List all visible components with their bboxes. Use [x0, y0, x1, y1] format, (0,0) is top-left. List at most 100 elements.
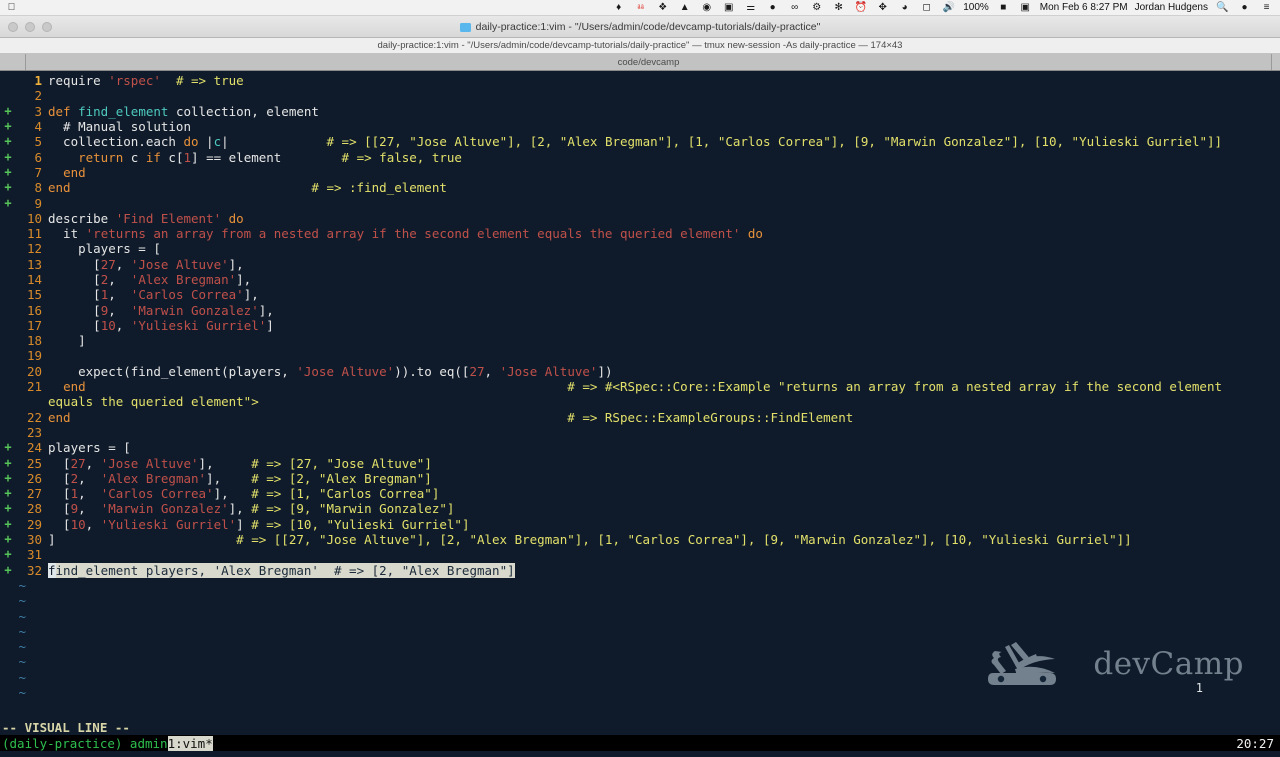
code-token: find_element	[78, 103, 169, 119]
code-token	[318, 562, 334, 578]
user-name-label[interactable]: Jordan Hudgens	[1135, 2, 1208, 13]
code-line[interactable]: 20 expect(find_element(players, 'Jose Al…	[0, 364, 1280, 379]
clock-icon[interactable]: ⏰	[853, 1, 868, 15]
bug-icon[interactable]: ✻	[831, 1, 846, 15]
code-line[interactable]: +9	[0, 195, 1280, 211]
code-token: 27	[70, 455, 86, 471]
code-token: 'Jose Altuve'	[296, 363, 395, 379]
code-line[interactable]: 13 [27, 'Jose Altuve'],	[0, 257, 1280, 272]
code-line[interactable]: 10 describe 'Find Element' do	[0, 211, 1280, 226]
code-line[interactable]: +4 # Manual solution	[0, 119, 1280, 134]
line-number: 19	[26, 348, 42, 364]
search-icon[interactable]: 🔍	[1215, 1, 1230, 15]
droplet-icon[interactable]: ▲	[677, 1, 692, 15]
volume-icon[interactable]: 🔊	[941, 1, 956, 15]
code-token: 'Marwin Gonzalez'	[130, 302, 259, 318]
code-token: # => false, true	[341, 149, 462, 165]
gutter-added-marker: +	[4, 164, 12, 179]
code-line[interactable]: +8 end # => :find_element	[0, 180, 1280, 195]
code-line[interactable]: +25 [27, 'Jose Altuve'], # => [27, "Jose…	[0, 455, 1280, 471]
code-token: c	[123, 149, 146, 165]
code-token: [	[48, 256, 101, 272]
code-line[interactable]: +30] # => [[27, "Jose Altuve"], [2, "Ale…	[0, 532, 1280, 547]
code-line[interactable]: +7 end	[0, 165, 1280, 180]
camera-icon[interactable]: ▣	[721, 1, 736, 15]
code-line[interactable]: 1 require 'rspec' # => true	[0, 73, 1280, 88]
vim-editor-pane[interactable]: 1 require 'rspec' # => true 2 +3 def find_el…	[0, 71, 1280, 719]
code-line[interactable]: +6 return c if c[1] == element # => fals…	[0, 149, 1280, 165]
code-token: # => true	[175, 73, 244, 89]
code-token: end	[48, 409, 71, 425]
code-line[interactable]: 11 it 'returns an array from a nested ar…	[0, 226, 1280, 241]
code-line[interactable]: 19	[0, 348, 1280, 363]
code-token: ,	[108, 272, 131, 287]
code-line[interactable]: 2	[0, 88, 1280, 103]
code-line[interactable]: 16 [9, 'Marwin Gonzalez'],	[0, 302, 1280, 318]
1password-icon[interactable]: ⎂	[633, 1, 648, 15]
code-line[interactable]: 15 [1, 'Carlos Correa'],	[0, 287, 1280, 302]
evernote-icon[interactable]: ●	[765, 1, 780, 15]
battery-percent-label: 100%	[963, 2, 989, 13]
code-token: # => #<RSpec::Core::Example "returns an …	[567, 379, 1223, 395]
apple-icon[interactable]: 	[4, 1, 19, 15]
code-line[interactable]: +28 [9, 'Marwin Gonzalez'], # => [9, "Ma…	[0, 501, 1280, 516]
close-button[interactable]	[8, 22, 18, 32]
code-token: ,	[78, 486, 101, 502]
pin-icon[interactable]: ♦	[611, 1, 626, 15]
code-line[interactable]: +29 [10, 'Yulieski Gurriel'] # => [10, "…	[0, 517, 1280, 532]
code-text: # Manual solution	[42, 119, 191, 134]
code-line[interactable]: 21 end # => #<RSpec::Core::Example "retu…	[0, 379, 1280, 394]
gutter-added-marker: +	[4, 486, 12, 501]
code-token: ],	[206, 470, 252, 486]
zoom-button[interactable]	[42, 22, 52, 32]
bluetooth-icon[interactable]: ✥	[875, 1, 890, 15]
code-line[interactable]: +32 find_element players, 'Alex Bregman' …	[0, 562, 1280, 578]
gutter-added-marker: +	[4, 547, 12, 562]
code-line[interactable]: 22 end # => RSpec::ExampleGroups::FindEle…	[0, 410, 1280, 425]
code-token: it	[48, 226, 86, 242]
code-token: [	[48, 501, 71, 517]
battery-icon[interactable]: ■	[996, 1, 1011, 15]
robot-icon[interactable]: ⚙	[809, 1, 824, 15]
code-text: find_element players, 'Alex Bregman' # =…	[42, 562, 515, 578]
minimize-button[interactable]	[25, 22, 35, 32]
siri-icon[interactable]: ●	[1237, 1, 1252, 15]
code-line[interactable]: +3 def find_element collection, element	[0, 104, 1280, 119]
code-token: ],	[213, 486, 252, 502]
code-line[interactable]: 18 ]	[0, 333, 1280, 348]
code-line[interactable]: +31	[0, 547, 1280, 562]
code-token: # => [27, "Jose Altuve"]	[251, 455, 432, 471]
globe-icon[interactable]: ◉	[699, 1, 714, 15]
tmux-clock-label: 20:27	[1236, 735, 1274, 751]
code-line[interactable]: +27 [1, 'Carlos Correa'], # => [1, "Carl…	[0, 486, 1280, 501]
code-line[interactable]: 12 players = [	[0, 241, 1280, 256]
code-line[interactable]: +26 [2, 'Alex Bregman'], # => [2, "Alex …	[0, 471, 1280, 486]
tmux-window-tab[interactable]: 1:vim*	[167, 735, 213, 751]
wifi-icon[interactable]: ◕	[897, 1, 912, 15]
code-text: def find_element collection, element	[42, 104, 319, 119]
code-line[interactable]: equals the queried element">	[0, 394, 1280, 409]
antenna-icon[interactable]: ⚌	[743, 1, 758, 15]
code-line[interactable]: 17 [10, 'Yulieski Gurriel']	[0, 318, 1280, 333]
line-number: 32	[26, 562, 42, 578]
notification-center-icon[interactable]: ≡	[1259, 1, 1274, 15]
line-number: 24	[26, 440, 42, 456]
terminal-tab-code-devcamp[interactable]: code/devcamp	[26, 54, 1272, 70]
airplay-icon[interactable]: ◻	[919, 1, 934, 15]
line-number: 10	[26, 210, 42, 226]
dropbox-icon[interactable]: ❖	[655, 1, 670, 15]
code-token: return	[78, 149, 124, 165]
code-line[interactable]: +24 players = [	[0, 440, 1280, 455]
clock-datetime-label[interactable]: Mon Feb 6 8:27 PM	[1040, 2, 1128, 13]
code-token: ])	[597, 363, 613, 379]
display-icon[interactable]: ▣	[1018, 1, 1033, 15]
devcamp-logo-text: devCamp	[1093, 646, 1244, 682]
code-line[interactable]: 14 [2, 'Alex Bregman'],	[0, 272, 1280, 287]
infinity-icon[interactable]: ∞	[787, 1, 802, 15]
line-number: 17	[26, 317, 42, 333]
vim-mode-label: -- VISUAL LINE --	[2, 719, 130, 735]
code-line[interactable]: 23	[0, 425, 1280, 440]
code-line[interactable]: +5 collection.each do |c| # => [[27, "Jo…	[0, 134, 1280, 149]
code-token: 'Alex Bregman'	[213, 562, 319, 578]
